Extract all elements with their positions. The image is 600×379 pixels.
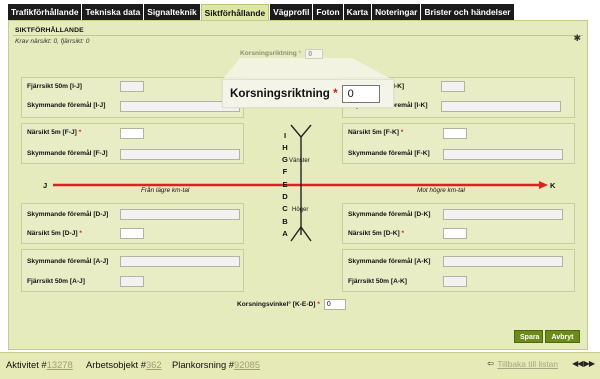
link-plankorsning[interactable]: 92085: [234, 359, 260, 370]
label-korsningsriktning: Korsningsriktning *: [230, 87, 338, 100]
back-arrow-icon: ⇦: [487, 359, 494, 368]
footer-arbetsobjekt: Arbetsobjekt #362: [86, 359, 162, 370]
link-arbetsobjekt[interactable]: 362: [146, 359, 162, 370]
korsningsriktning-small: Korsningsriktning * 0: [240, 47, 350, 60]
back-to-list-link[interactable]: Tillbaka till listan: [497, 359, 558, 369]
app-window: Trafikförhållande Tekniska data Signalte…: [0, 0, 600, 379]
link-aktivitet[interactable]: 13278: [47, 359, 73, 370]
pager-arrows-icon[interactable]: ◀◀ ▶▶: [572, 359, 595, 368]
input-korsningsriktning-small[interactable]: 0: [305, 48, 324, 59]
input-korsningsriktning[interactable]: 0: [341, 84, 380, 103]
footer-bar: Aktivitet #13278 Arbetsobjekt #362 Plank…: [0, 352, 600, 379]
korsningsriktning-zoom: Korsningsriktning * 0: [222, 79, 394, 108]
label-korsningsriktning-small: Korsningsriktning *: [240, 50, 302, 57]
footer-plankorsning: Plankorsning #92085: [172, 359, 261, 370]
footer-aktivitet: Aktivitet #13278: [6, 359, 73, 370]
